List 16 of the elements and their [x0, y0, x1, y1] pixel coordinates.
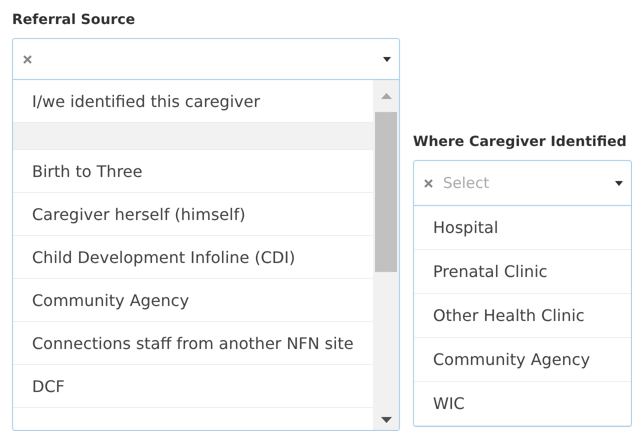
scrollbar[interactable] — [373, 80, 399, 430]
list-option[interactable]: Hospital — [414, 206, 631, 250]
caret-icon — [615, 180, 623, 186]
caret-icon — [383, 56, 391, 62]
field-label: Referral Source — [12, 11, 136, 29]
list-option[interactable]: Prenatal Clinic — [414, 250, 631, 294]
scroll-up-icon[interactable] — [380, 93, 392, 99]
list-option[interactable]: Other Health Clinic — [414, 294, 631, 338]
select-field[interactable] — [12, 38, 400, 80]
field-label: Where Caregiver Identified — [413, 133, 628, 151]
list-option[interactable]: WIC — [414, 382, 631, 426]
scroll-down-icon[interactable] — [380, 417, 392, 423]
clear-icon[interactable] — [23, 54, 32, 64]
list-option[interactable]: Community Agency — [414, 338, 631, 382]
clear-icon[interactable] — [424, 178, 433, 188]
scrollbar-thumb[interactable] — [375, 112, 397, 272]
